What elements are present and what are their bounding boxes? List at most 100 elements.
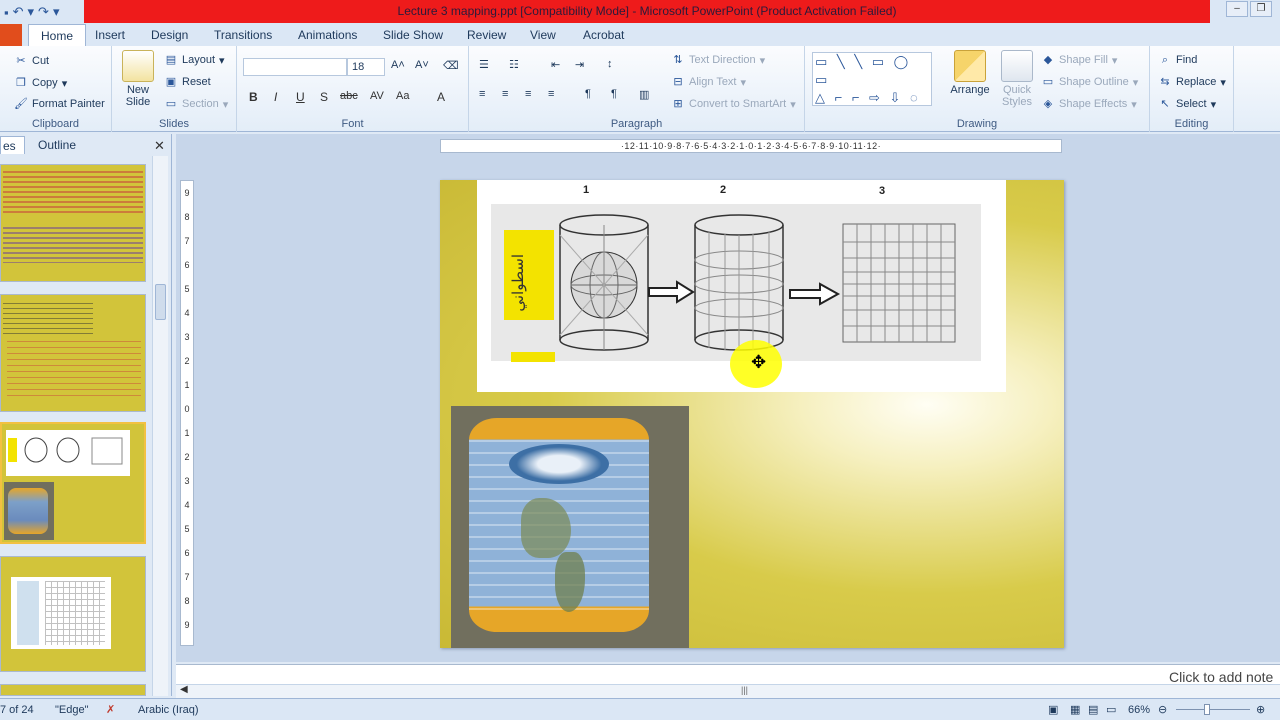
ribbon-tabs: Home Insert Design Transitions Animation… xyxy=(0,24,1280,46)
notes-placeholder[interactable]: Click to add note xyxy=(1169,669,1273,685)
ribbon: ✂ Cut ❐ Copy ▾ 🖌 Format Painter Clipboard Ne… xyxy=(0,46,1280,132)
reset-button[interactable]: ▣ Reset xyxy=(164,75,211,89)
effects-icon: ◈ xyxy=(1043,98,1053,110)
slide-thumbnail-8[interactable] xyxy=(0,556,146,672)
shrink-font-button[interactable]: A˅ xyxy=(415,59,429,71)
thumb-text-lines xyxy=(7,341,141,401)
spellcheck-icon[interactable]: ✗ xyxy=(106,699,115,720)
line-spacing-button[interactable]: ↕ xyxy=(607,58,613,70)
layout-button[interactable]: ▤ Layout ▾ xyxy=(164,53,225,67)
tab-insert[interactable]: Insert xyxy=(83,24,137,46)
reading-view-icon[interactable]: ▤ xyxy=(1088,699,1098,720)
tab-slide-show[interactable]: Slide Show xyxy=(371,24,455,46)
spacing-button[interactable]: AV xyxy=(370,90,384,102)
decrease-indent-button[interactable]: ⇤ xyxy=(551,58,560,71)
language-indicator[interactable]: Arabic (Iraq) xyxy=(138,699,199,720)
text-direction-icon: ⇅ xyxy=(673,54,683,66)
underline-button[interactable]: U xyxy=(296,90,305,104)
close-icon[interactable]: ✕ xyxy=(154,138,165,154)
clear-format-button[interactable]: ⌫ xyxy=(443,59,459,72)
shape-outline-button[interactable]: ▭ Shape Outline ▾ xyxy=(1041,75,1138,89)
font-color-button[interactable]: A xyxy=(437,90,445,104)
copy-button[interactable]: ❐ Copy ▾ xyxy=(14,76,67,90)
zoom-slider-thumb[interactable] xyxy=(1204,704,1210,715)
tab-review[interactable]: Review xyxy=(455,24,518,46)
current-slide[interactable]: 1 2 3 اسطواني ✥ xyxy=(440,180,1064,648)
bullets-button[interactable]: ☰ xyxy=(479,58,489,71)
numbering-button[interactable]: ☷ xyxy=(509,58,519,71)
tab-acrobat[interactable]: Acrobat xyxy=(571,24,636,46)
slides-scrollbar[interactable] xyxy=(152,156,168,696)
font-size-box[interactable]: 18 xyxy=(347,58,385,76)
tab-home[interactable]: Home xyxy=(28,24,87,46)
zoom-slider[interactable] xyxy=(1176,709,1250,710)
minimize-button[interactable]: – xyxy=(1226,1,1248,17)
shadow-button[interactable]: S xyxy=(320,90,328,104)
dropdown-icon[interactable]: ▾ xyxy=(28,4,35,20)
italic-button[interactable]: I xyxy=(274,90,277,104)
align-center-button[interactable]: ≡ xyxy=(502,88,508,100)
columns-button[interactable]: ▥ xyxy=(639,88,649,101)
quick-styles-icon xyxy=(1001,50,1033,82)
replace-icon: ⇆ xyxy=(1160,76,1170,88)
select-button[interactable]: ↖ Select ▾ xyxy=(1158,97,1216,111)
align-text-button[interactable]: ⊟ Align Text ▾ xyxy=(671,75,746,89)
scroll-thumb[interactable] xyxy=(155,284,166,320)
tab-transitions[interactable]: Transitions xyxy=(202,24,284,46)
font-name-box[interactable] xyxy=(243,58,347,76)
rtl-button[interactable]: ¶ xyxy=(611,88,617,100)
zoom-out-icon[interactable]: ⊖ xyxy=(1158,699,1167,720)
align-left-button[interactable]: ≡ xyxy=(479,88,485,100)
slide-thumbnail-9[interactable] xyxy=(0,684,146,696)
normal-view-icon[interactable]: ▣ xyxy=(1048,699,1058,720)
tab-design[interactable]: Design xyxy=(139,24,200,46)
scroll-left-icon[interactable]: ◀ xyxy=(180,684,188,695)
ltr-button[interactable]: ¶ xyxy=(585,88,591,100)
restore-button[interactable]: ❐ xyxy=(1250,1,1272,17)
shape-fill-button[interactable]: ◆ Shape Fill ▾ xyxy=(1041,53,1118,67)
customize-icon[interactable]: ▾ xyxy=(53,4,60,20)
tab-slides[interactable]: es xyxy=(0,136,25,154)
save-icon[interactable]: ▪ xyxy=(4,5,9,20)
replace-button[interactable]: ⇆ Replace ▾ xyxy=(1158,75,1226,89)
tab-animations[interactable]: Animations xyxy=(286,24,369,46)
zoom-in-icon[interactable]: ⊕ xyxy=(1256,699,1265,720)
section-button[interactable]: ▭ Section ▾ xyxy=(164,97,228,111)
shapes-gallery[interactable]: ▭ ╲ ╲ ▭ ◯ ▭△ ⌐ ⌐ ⇨ ⇩ ◌⌇ ⌒ ⌒ { } ☆ xyxy=(812,52,932,106)
justify-button[interactable]: ≡ xyxy=(548,88,554,100)
cylinder-body xyxy=(469,418,649,632)
slide-sorter-icon[interactable]: ▦ xyxy=(1070,699,1080,720)
cut-button[interactable]: ✂ Cut xyxy=(14,54,49,68)
strikethrough-button[interactable]: abc xyxy=(340,90,358,102)
scissors-icon: ✂ xyxy=(16,55,26,67)
bold-button[interactable]: B xyxy=(249,90,258,104)
redo-icon[interactable]: ↷ xyxy=(38,4,49,20)
find-button[interactable]: ⌕ Find xyxy=(1158,53,1198,67)
shape-effects-button[interactable]: ◈ Shape Effects ▾ xyxy=(1041,97,1137,111)
slide-thumbnail-7[interactable] xyxy=(0,422,146,544)
horizontal-scrollbar[interactable]: ◀ ||| xyxy=(176,684,1280,698)
tab-outline[interactable]: Outline xyxy=(30,136,84,154)
change-case-button[interactable]: Aa xyxy=(396,90,409,102)
increase-indent-button[interactable]: ⇥ xyxy=(575,58,584,71)
globe-cylinder-image[interactable] xyxy=(451,406,689,648)
grow-font-button[interactable]: A˄ xyxy=(391,59,405,71)
slide-thumbnail-5[interactable] xyxy=(0,164,146,282)
align-right-button[interactable]: ≡ xyxy=(525,88,531,100)
undo-icon[interactable]: ↶ xyxy=(13,4,24,20)
file-tab[interactable] xyxy=(0,24,22,46)
format-painter-button[interactable]: 🖌 Format Painter xyxy=(14,97,105,111)
convert-smartart-button[interactable]: ⊞ Convert to SmartArt ▾ xyxy=(671,97,795,111)
arrange-button[interactable]: Arrange xyxy=(945,50,995,96)
scroll-grip-icon[interactable]: ||| xyxy=(741,685,748,695)
tab-view[interactable]: View xyxy=(518,24,568,46)
slide-thumbnail-6[interactable] xyxy=(0,294,146,412)
text-direction-button[interactable]: ⇅ Text Direction ▾ xyxy=(671,53,765,67)
theme-name[interactable]: "Edge" xyxy=(55,699,89,720)
drawing-group: ▭ ╲ ╲ ▭ ◯ ▭△ ⌐ ⌐ ⇨ ⇩ ◌⌇ ⌒ ⌒ { } ☆ Arrang… xyxy=(805,46,1150,132)
slideshow-icon[interactable]: ▭ xyxy=(1106,699,1116,720)
zoom-level[interactable]: 66% xyxy=(1128,699,1150,720)
new-slide-button[interactable]: New Slide xyxy=(118,50,158,108)
quick-styles-button[interactable]: Quick Styles xyxy=(997,50,1037,108)
notes-pane[interactable]: Click to add note xyxy=(176,664,1280,685)
